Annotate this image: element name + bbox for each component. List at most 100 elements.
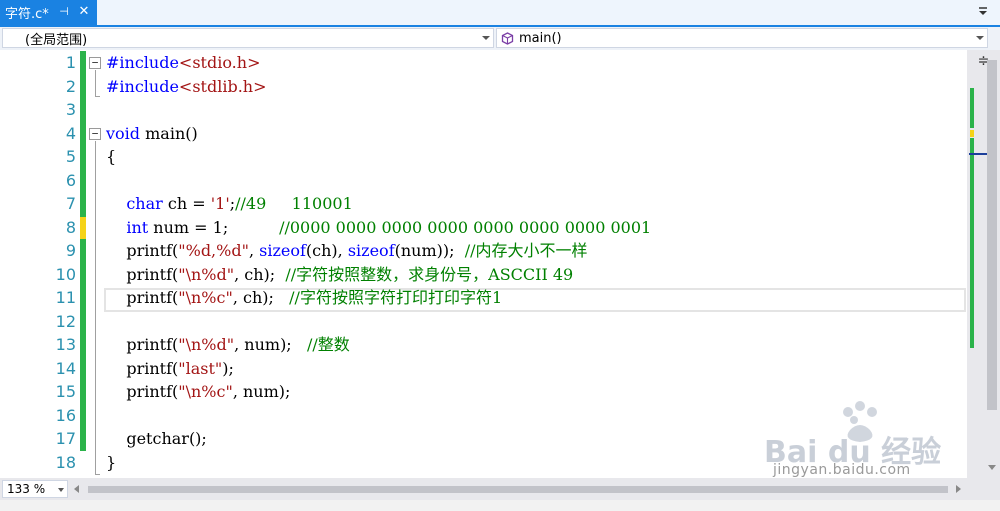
line-number: 13 [55, 335, 76, 354]
overview-change-marker [970, 138, 974, 348]
code-token: //字符按照整数，求身份号，ASCCII 49 [285, 264, 574, 284]
scope-label: (全局范围) [25, 32, 88, 48]
member-dropdown[interactable]: main() [496, 28, 988, 48]
code-token: <stdio.h> [178, 53, 261, 72]
code-token: "last" [178, 358, 223, 378]
code-line[interactable]: 11 printf("\n%c", ch); //字符按照字符打印打印字符1 [0, 286, 967, 310]
code-text: #include<stdlib.h> [106, 75, 266, 99]
code-token: //字符按照字符打印打印字符1 [289, 288, 503, 307]
code-token: ch = [162, 194, 211, 213]
code-line[interactable]: 14 printf("last"); [0, 357, 967, 381]
code-token: char [126, 194, 163, 213]
code-token: printf( [106, 358, 179, 378]
line-number: 16 [55, 405, 76, 425]
code-line[interactable]: 8 int num = 1; //0000 0000 0000 0000 000… [0, 216, 967, 240]
code-token: , num); [234, 335, 307, 354]
code-token: main() [140, 123, 198, 143]
code-token: , ch); [234, 264, 286, 284]
code-text: printf("\n%d", ch); //字符按照整数，求身份号，ASCCII… [106, 263, 573, 287]
code-token: , ch); [232, 288, 290, 307]
overview-unsaved-marker [970, 130, 974, 137]
zoom-dropdown[interactable]: 133 % [2, 480, 68, 498]
line-number: 18 [55, 452, 76, 472]
code-token: "\n%d" [178, 264, 235, 284]
close-icon[interactable]: ✕ [77, 4, 91, 20]
code-token: printf( [106, 382, 179, 401]
scroll-down-icon[interactable] [988, 465, 996, 470]
code-token: num = 1; [148, 217, 280, 237]
code-line[interactable]: 7 char ch = '1';//49 110001 [0, 192, 967, 216]
code-token: , [248, 241, 260, 260]
code-token: #include [106, 76, 179, 96]
line-number: 14 [55, 358, 76, 378]
chevron-down-icon[interactable] [482, 36, 490, 40]
code-token: "\n%c" [178, 288, 233, 307]
code-token: sizeof [259, 241, 306, 260]
line-number: 6 [65, 170, 76, 190]
vertical-scrollbar[interactable]: ≑ [967, 50, 1000, 478]
line-number: 9 [65, 241, 76, 260]
code-token: int [126, 217, 149, 237]
code-token: printf( [106, 288, 179, 307]
tab-title: 字符.c* [5, 7, 49, 22]
line-number: 15 [55, 382, 76, 401]
code-line[interactable]: 12 [0, 310, 967, 334]
navigation-bar: (全局范围) main() [0, 27, 1000, 50]
code-token: printf( [106, 241, 179, 260]
code-token: printf( [106, 264, 179, 284]
line-number: 7 [65, 194, 76, 213]
chevron-down-icon[interactable] [976, 36, 984, 40]
code-line[interactable]: 6 [0, 169, 967, 193]
pin-icon[interactable]: ⊣ [57, 4, 71, 20]
code-token: , num); [232, 382, 291, 401]
tab-active-document[interactable]: 字符.c* ⊣ ✕ [0, 0, 97, 25]
code-token: sizeof [347, 241, 395, 260]
code-line[interactable]: 9 printf("%d,%d", sizeof(ch), sizeof(num… [0, 239, 967, 263]
code-text: #include<stdio.h> [106, 51, 260, 75]
code-text: printf("last"); [106, 357, 234, 381]
chevron-down-icon[interactable] [58, 488, 64, 492]
code-token: "\n%c" [178, 382, 233, 401]
code-token: printf( [106, 335, 179, 354]
member-label: main() [519, 30, 562, 46]
code-line[interactable]: 2 #include<stdlib.h> [0, 75, 967, 99]
code-text: } [106, 451, 116, 475]
scroll-left-icon[interactable] [74, 485, 79, 493]
fold-guide-end [95, 474, 100, 475]
code-token: "\n%d" [178, 335, 235, 354]
code-token: void [106, 123, 141, 143]
zoom-level: 133 % [7, 482, 46, 496]
code-text: { [106, 145, 116, 169]
line-number: 1 [65, 53, 76, 72]
code-line[interactable]: 3 [0, 98, 967, 122]
code-token: getchar(); [106, 429, 207, 448]
code-line[interactable]: 1 #include<stdio.h> [0, 51, 967, 75]
line-number: 4 [65, 123, 76, 143]
code-token: '1' [210, 194, 230, 213]
code-line[interactable]: 13 printf("\n%d", num); //整数 [0, 333, 967, 357]
code-token: { [106, 147, 117, 166]
line-number: 11 [55, 288, 76, 307]
line-number: 3 [65, 100, 76, 119]
code-token: //0000 0000 0000 0000 0000 0000 0000 000… [279, 217, 652, 237]
watermark-url: jingyan.baidu.com [773, 462, 911, 478]
scope-dropdown[interactable]: (全局范围) [2, 28, 494, 48]
status-strip [0, 500, 1000, 511]
code-text: char ch = '1';//49 110001 [106, 192, 352, 216]
code-line[interactable]: 4 void main() [0, 122, 967, 146]
code-token: (num)); [394, 241, 465, 260]
code-token: //内存大小不一样 [464, 241, 588, 260]
scrollbar-thumb[interactable] [987, 60, 997, 410]
chevron-down-icon[interactable] [978, 7, 988, 17]
code-text: void main() [106, 122, 198, 146]
code-text: printf("\n%c", num); [106, 380, 290, 404]
code-text: printf("\n%d", num); //整数 [106, 333, 350, 357]
line-number: 12 [55, 311, 76, 331]
code-text: int num = 1; //0000 0000 0000 0000 0000 … [106, 216, 651, 240]
code-line[interactable]: 5{ [0, 145, 967, 169]
code-line[interactable]: 10 printf("\n%d", ch); //字符按照整数，求身份号，ASC… [0, 263, 967, 287]
code-token: //整数 [306, 335, 350, 354]
document-tab-strip: 字符.c* ⊣ ✕ [0, 0, 1000, 27]
line-number: 2 [65, 76, 76, 96]
